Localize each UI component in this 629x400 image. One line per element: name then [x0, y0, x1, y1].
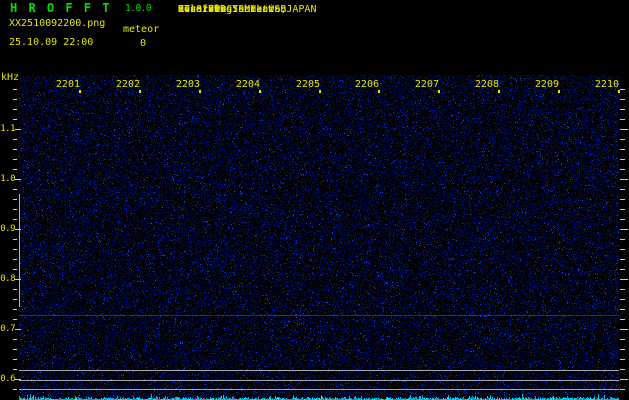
tick-mark [620, 199, 625, 200]
tick-mark [620, 89, 625, 90]
tick-mark [199, 90, 201, 93]
tick-mark [620, 109, 625, 110]
tick-mark [620, 359, 625, 360]
tick-mark [620, 99, 625, 100]
tick-mark [13, 189, 17, 190]
tick-mark [13, 219, 17, 220]
tick-mark [620, 159, 625, 160]
tick-mark [319, 90, 321, 93]
tick-mark [620, 309, 625, 310]
tick-mark [13, 159, 17, 160]
tick-mark [13, 369, 17, 370]
tick-mark [620, 179, 628, 180]
tick-mark [498, 90, 500, 93]
tick-mark [620, 169, 625, 170]
tick-mark [620, 369, 625, 370]
tick-mark [13, 149, 17, 150]
tick-mark [620, 219, 625, 220]
tick-mark [620, 129, 628, 130]
tick-mark [13, 99, 17, 100]
axis-tick-marks [0, 0, 629, 400]
tick-mark [13, 259, 17, 260]
tick-mark [139, 90, 141, 93]
tick-mark [13, 269, 17, 270]
tick-mark [620, 329, 628, 330]
tick-mark [13, 119, 17, 120]
tick-mark [620, 279, 628, 280]
tick-mark [620, 289, 625, 290]
tick-mark [13, 169, 17, 170]
tick-mark [13, 89, 17, 90]
tick-mark [13, 309, 17, 310]
tick-mark [558, 90, 560, 93]
tick-mark [620, 269, 625, 270]
tick-mark [13, 389, 17, 390]
tick-mark [13, 359, 17, 360]
tick-mark [620, 379, 628, 380]
tick-mark [79, 90, 81, 93]
tick-mark [620, 349, 625, 350]
tick-mark [620, 239, 625, 240]
tick-mark [13, 209, 17, 210]
tick-mark [620, 209, 625, 210]
tick-mark [378, 90, 380, 93]
tick-mark [15, 179, 21, 180]
tick-mark [13, 249, 17, 250]
tick-mark [15, 329, 21, 330]
tick-mark [13, 349, 17, 350]
tick-mark [259, 90, 261, 93]
tick-mark [620, 149, 625, 150]
hrofft-window: H R O F F T 1.0.0 XX2510092200.png meteo… [0, 0, 629, 400]
tick-mark [15, 229, 21, 230]
tick-mark [620, 229, 628, 230]
tick-mark [13, 109, 17, 110]
tick-mark [13, 319, 17, 320]
tick-mark [13, 299, 17, 300]
tick-mark [15, 279, 21, 280]
tick-mark [620, 189, 625, 190]
tick-mark [15, 379, 21, 380]
tick-mark [13, 139, 17, 140]
tick-mark [620, 389, 625, 390]
tick-mark [15, 129, 21, 130]
tick-mark [620, 119, 625, 120]
tick-mark [620, 139, 625, 140]
tick-mark [620, 249, 625, 250]
tick-mark [620, 259, 625, 260]
tick-mark [620, 299, 625, 300]
tick-mark [13, 199, 17, 200]
tick-mark [13, 289, 17, 290]
tick-mark [13, 239, 17, 240]
tick-mark [620, 339, 625, 340]
tick-mark [438, 90, 440, 93]
tick-mark [620, 319, 625, 320]
tick-mark [618, 90, 620, 93]
tick-mark [13, 339, 17, 340]
